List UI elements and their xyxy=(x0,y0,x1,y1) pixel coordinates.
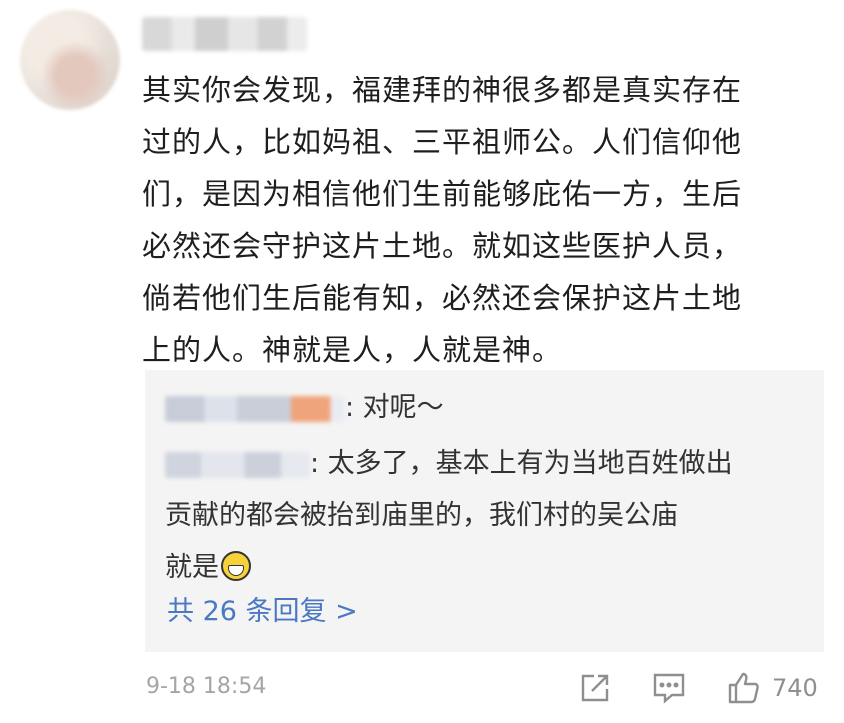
comment-line: 上的人。神就是人，人就是神。 xyxy=(142,333,563,367)
timestamp: 9-18 18:54 xyxy=(146,674,267,699)
share-button[interactable] xyxy=(578,670,612,706)
comment-footer: 9-18 18:54 740 xyxy=(146,670,826,710)
reply-text: 贡献的都会被抬到庙里的，我们村的吴公庙 xyxy=(165,500,678,531)
more-replies-link[interactable]: 共 26 条回复 > xyxy=(167,589,358,628)
comment-body: 其实你会发现，福建拜的神很多都是真实存在 过的人，比如妈祖、三平祖师公。人们信仰… xyxy=(142,64,830,376)
reply-text: : 对呢～ xyxy=(345,392,444,423)
like-button[interactable]: 740 xyxy=(726,670,818,706)
reply-text: : 太多了，基本上有为当地百姓做出 xyxy=(310,448,733,479)
reply-item[interactable]: : 对呢～ xyxy=(165,382,444,434)
comment-line: 必然还会守护这片土地。就如这些医护人员， xyxy=(142,229,743,263)
reply-text: 就是 xyxy=(165,552,219,583)
comment-line: 倘若他们生后能有知，必然还会保护这片土地 xyxy=(142,281,743,315)
comment-button[interactable] xyxy=(651,670,687,706)
reply-username-blurred[interactable] xyxy=(165,451,310,478)
reply-username-blurred[interactable] xyxy=(165,395,345,422)
thumbs-up-icon xyxy=(728,672,759,704)
comment-icon xyxy=(653,673,685,704)
share-icon xyxy=(581,674,609,702)
replies-box: : 对呢～ : 太多了，基本上有为当地百姓做出 贡献的都会被抬到庙里的，我们村的… xyxy=(145,370,824,652)
like-count: 740 xyxy=(772,674,818,702)
reply-item[interactable]: : 太多了，基本上有为当地百姓做出 贡献的都会被抬到庙里的，我们村的吴公庙 就是 xyxy=(165,438,733,594)
comment-line: 其实你会发现，福建拜的神很多都是真实存在 xyxy=(142,73,743,107)
username-blurred[interactable] xyxy=(142,17,307,51)
grinning-emoji-icon xyxy=(221,551,251,581)
comment-line: 过的人，比如妈祖、三平祖师公。人们信仰他 xyxy=(142,125,743,159)
comment-line: 们，是因为相信他们生前能够庇佑一方，生后 xyxy=(142,177,743,211)
user-avatar[interactable] xyxy=(20,10,120,110)
